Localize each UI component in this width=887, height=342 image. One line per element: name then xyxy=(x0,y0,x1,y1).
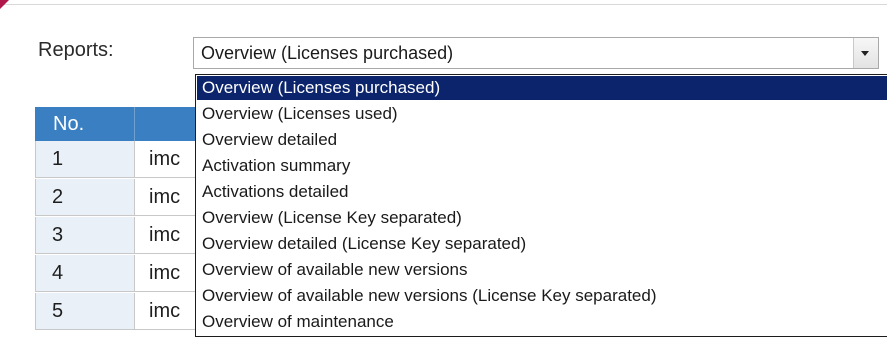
top-divider xyxy=(0,4,887,5)
row-number: 4 xyxy=(52,262,64,284)
row-number: 2 xyxy=(52,186,64,208)
row-number: 3 xyxy=(52,224,64,246)
reports-select-value: Overview (Licenses purchased) xyxy=(201,43,454,63)
dropdown-option[interactable]: Overview (Licenses used) xyxy=(197,102,887,126)
dropdown-option[interactable]: Overview of maintenance xyxy=(197,310,887,334)
row-number-cell: 4 xyxy=(35,255,135,292)
row-number: 1 xyxy=(52,148,64,170)
row-name: imc xyxy=(149,148,181,170)
reports-dropdown-list[interactable]: Overview (Licenses purchased) Overview (… xyxy=(195,74,887,337)
row-number-cell: 5 xyxy=(35,293,135,330)
reports-select[interactable]: Overview (Licenses purchased) xyxy=(193,37,879,69)
row-name: imc xyxy=(149,262,181,284)
row-name: imc xyxy=(149,224,181,246)
chevron-down-icon[interactable] xyxy=(853,38,878,68)
row-name: imc xyxy=(149,186,181,208)
dropdown-option[interactable]: Activations detailed xyxy=(197,180,887,204)
row-number-cell: 3 xyxy=(35,217,135,254)
column-header-no-label: No. xyxy=(53,113,85,135)
dropdown-option[interactable]: Overview of available new versions xyxy=(197,258,887,282)
dropdown-option[interactable]: Overview (Licenses purchased) xyxy=(197,76,887,100)
column-header-no[interactable]: No. xyxy=(35,107,135,141)
row-number-cell: 2 xyxy=(35,179,135,216)
dropdown-option[interactable]: Activation summary xyxy=(197,154,887,178)
corner-marker xyxy=(0,0,9,9)
reports-label: Reports: xyxy=(38,39,114,61)
dropdown-option[interactable]: Overview (License Key separated) xyxy=(197,206,887,230)
dropdown-option[interactable]: Overview of available new versions (Lice… xyxy=(197,284,887,308)
dropdown-option[interactable]: Overview detailed xyxy=(197,128,887,152)
row-number: 5 xyxy=(52,300,64,322)
row-number-cell: 1 xyxy=(35,141,135,178)
dropdown-option[interactable]: Overview detailed (License Key separated… xyxy=(197,232,887,256)
row-name: imc xyxy=(149,300,181,322)
